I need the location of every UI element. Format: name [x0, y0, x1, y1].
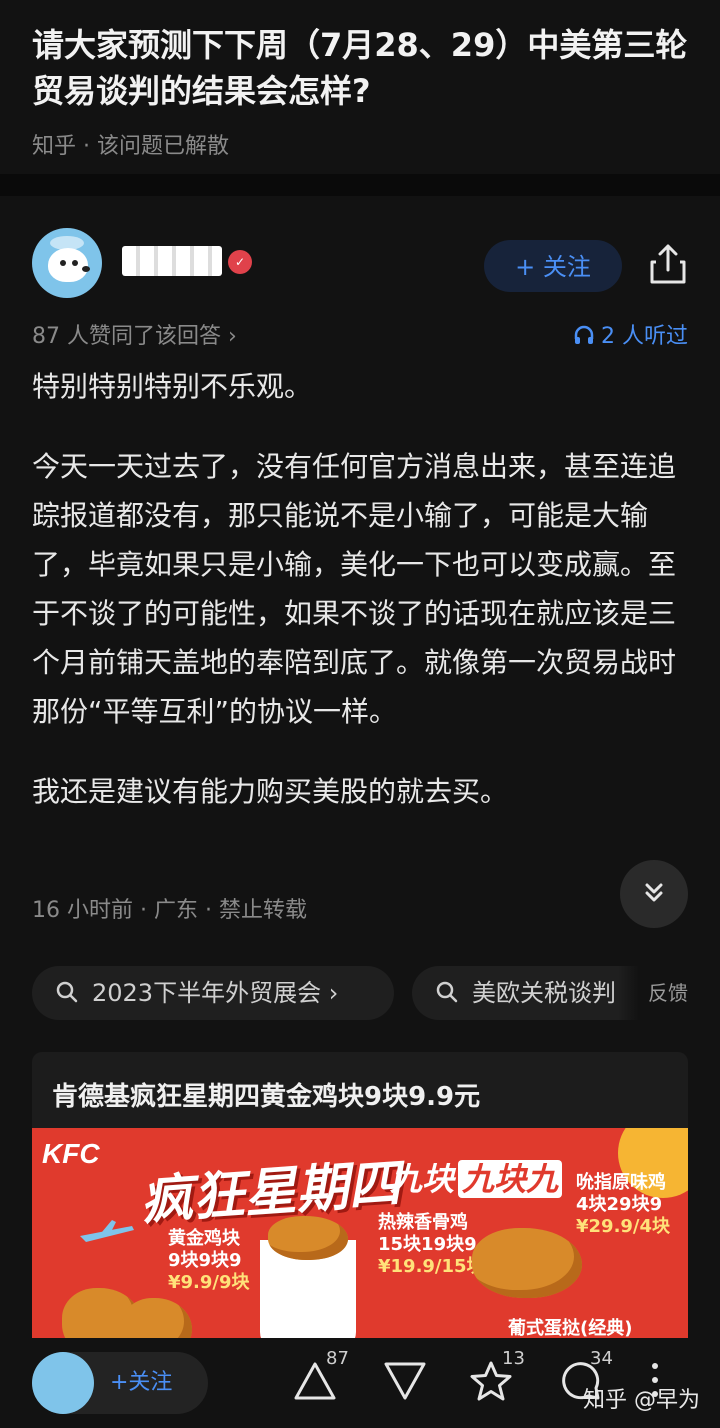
- question-title[interactable]: 请大家预测下下周（7月28、29）中美第三轮贸易谈判的结果会怎样?: [32, 22, 688, 114]
- ad-item-2: 热辣香骨鸡 15块19块9 ¥19.9/15块: [378, 1212, 485, 1277]
- ad-headline: 疯狂星期四: [138, 1153, 403, 1232]
- author-row: ✓ + 关注: [32, 228, 688, 300]
- verified-badge-icon: ✓: [228, 250, 252, 274]
- ad-promo: 九块 九块九: [390, 1154, 563, 1200]
- bottom-follow-button[interactable]: +关注: [110, 1352, 172, 1414]
- headphones-icon: [574, 325, 594, 344]
- author-name-redacted[interactable]: [122, 246, 222, 276]
- question-subtitle: 知乎 · 该问题已解散: [32, 134, 229, 159]
- upvote-count: 87: [326, 1348, 349, 1369]
- search-icon: [56, 981, 78, 1003]
- tag-chip[interactable]: 2023下半年外贸展会 ›: [32, 966, 394, 1020]
- ad-card[interactable]: 肯德基疯狂星期四黄金鸡块9块9.9元 KFC 疯狂星期四 九块 九块九 黄金鸡块 …: [32, 1052, 688, 1352]
- ad-item-3: 吮指原味鸡 4块29块9 ¥29.9/4块: [576, 1172, 671, 1237]
- collapse-button[interactable]: [620, 860, 688, 928]
- plane-icon: [80, 1220, 134, 1242]
- tag-label: 美欧关税谈判: [472, 979, 616, 1007]
- kfc-logo: KFC: [42, 1138, 100, 1169]
- ad-item-1: 黄金鸡块 9块9块9 ¥9.9/9块: [168, 1228, 250, 1293]
- zhihu-watermark: 知乎 @早为: [583, 1388, 700, 1413]
- author-follow-pill[interactable]: +关注: [32, 1352, 208, 1414]
- ad-item-4: 葡式蛋挞(经典): [508, 1318, 633, 1339]
- question-header: 请大家预测下下周（7月28、29）中美第三轮贸易谈判的结果会怎样? 知乎 · 该…: [0, 0, 720, 196]
- author-avatar[interactable]: [32, 228, 102, 298]
- downvote-icon[interactable]: [382, 1358, 428, 1404]
- related-tags: 2023下半年外贸展会 › 美欧关税谈判 反馈: [32, 966, 688, 1020]
- search-icon: [436, 981, 458, 1003]
- ad-title[interactable]: 肯德基疯狂星期四黄金鸡块9块9.9元: [32, 1052, 688, 1128]
- feedback-link[interactable]: 反馈: [618, 966, 688, 1020]
- share-icon[interactable]: [648, 242, 688, 286]
- author-avatar-small[interactable]: [32, 1352, 94, 1414]
- answer-paragraph: 特别特别特别不乐观。: [32, 370, 313, 403]
- tag-label: 2023下半年外贸展会 ›: [92, 979, 339, 1007]
- answer-content: 特别特别特别不乐观。 今天一天过去了，没有任何官方消息出来，甚至连追踪报道都没有…: [32, 362, 688, 847]
- answer-meta-row: 87 人赞同了该回答 › 2 人听过: [32, 318, 688, 352]
- upvotes-summary[interactable]: 87 人赞同了该回答 ›: [32, 324, 237, 349]
- listen-count-text: 2 人听过: [601, 324, 688, 349]
- answer-paragraph: 我还是建议有能力购买美股的就去买。: [32, 775, 509, 808]
- double-chevron-down-icon: [645, 883, 663, 901]
- star-count: 13: [502, 1348, 525, 1369]
- comment-count: 34: [590, 1348, 613, 1369]
- answer-footer-meta: 16 小时前 · 广东 · 禁止转载: [32, 898, 307, 923]
- answer-paragraph: 今天一天过去了，没有任何官方消息出来，甚至连追踪报道都没有，那只能说不是小输了，…: [32, 450, 677, 728]
- follow-button[interactable]: + 关注: [484, 240, 622, 292]
- ad-banner-image[interactable]: KFC 疯狂星期四 九块 九块九 黄金鸡块 9块9块9 ¥9.9/9块 热辣香骨鸡…: [32, 1128, 688, 1352]
- listen-count[interactable]: 2 人听过: [573, 318, 688, 350]
